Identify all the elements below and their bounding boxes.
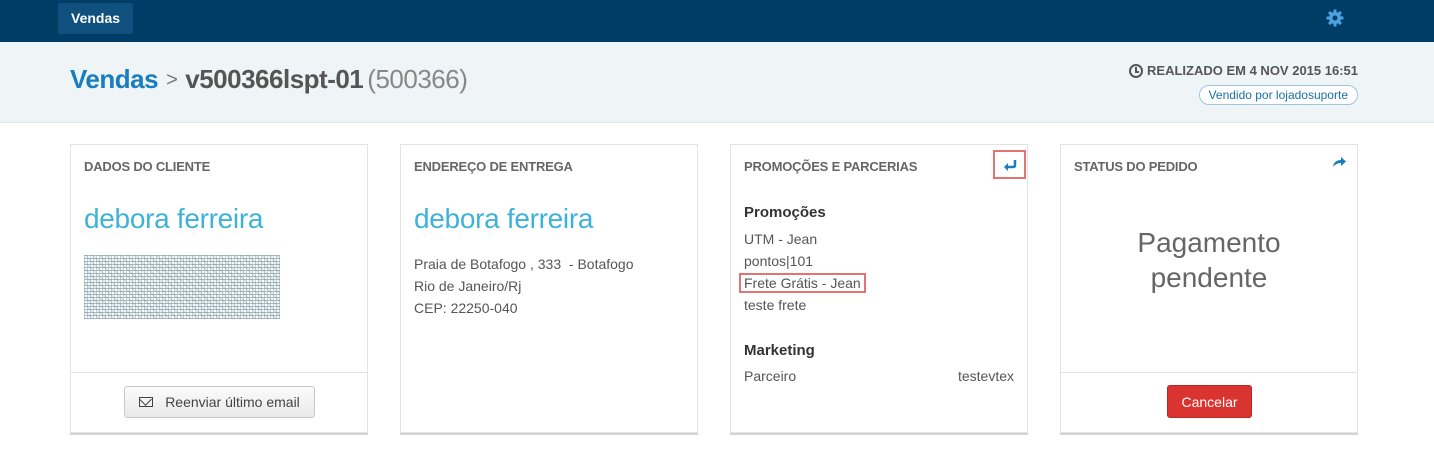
client-card: DADOS DO CLIENTE debora ferreira Reenvia… (70, 144, 368, 433)
promo-item: teste frete (744, 297, 807, 313)
address-zip: CEP: 22250-040 (414, 300, 518, 316)
resend-email-label: Reenviar último email (165, 394, 300, 410)
envelope-icon (139, 397, 154, 407)
promo-item: UTM - Jean (744, 231, 818, 247)
client-card-title: DADOS DO CLIENTE (84, 159, 211, 174)
realized-date: REALIZADO EM 4 NOV 2015 16:51 (1129, 63, 1358, 78)
delivery-card-title: ENDEREÇO DE ENTREGA (414, 159, 573, 174)
order-number: (500366) (367, 64, 468, 94)
promotions-card-title: PROMOÇÕES E PARCERIAS (744, 159, 918, 174)
address-city: Rio de Janeiro/Rj (414, 278, 522, 294)
client-name: debora ferreira (84, 203, 264, 234)
recipient-name: debora ferreira (414, 203, 594, 234)
realized-text: REALIZADO EM 4 NOV 2015 16:51 (1147, 63, 1358, 78)
order-status: Pagamento pendente (1061, 225, 1357, 295)
resend-email-button[interactable]: Reenviar último email (124, 386, 315, 418)
promotions-card: PROMOÇÕES E PARCERIAS Promoções UTM - Je… (730, 144, 1028, 433)
sold-by-badge: Vendido por lojadosuporte (1198, 85, 1358, 105)
tab-vendas[interactable]: Vendas (58, 3, 134, 34)
delivery-card: ENDEREÇO DE ENTREGA debora ferreira Prai… (400, 144, 698, 433)
promo-item: Frete Grátis - Jean (739, 273, 866, 293)
marketing-heading: Marketing (744, 342, 815, 359)
share-arrow-icon[interactable] (1331, 154, 1347, 170)
marketing-label: Parceiro (744, 368, 797, 384)
marketing-value: testevtex (957, 368, 1014, 384)
marketing-row: Parceiro testevtex (744, 368, 1014, 384)
chevron-right-icon: > (166, 69, 178, 91)
delivery-address: Praia de Botafogo , 333 - Botafogo Rio de… (414, 253, 634, 319)
return-arrow-icon (1003, 159, 1016, 171)
status-card: STATUS DO PEDIDO Pagamento pendente Canc… (1060, 144, 1358, 433)
breadcrumb-vendas-link[interactable]: Vendas (70, 64, 159, 94)
client-card-footer: Reenviar último email (71, 372, 367, 432)
breadcrumb: Vendas > v500366lspt-01 (500366) (70, 64, 468, 95)
status-card-title: STATUS DO PEDIDO (1074, 159, 1198, 174)
page-header: Vendas > v500366lspt-01 (500366) REALIZADO … (0, 42, 1434, 123)
gear-icon[interactable] (1325, 8, 1345, 28)
promotions-heading: Promoções (744, 204, 826, 221)
status-card-footer: Cancelar (1061, 372, 1357, 432)
status-line-2: pendente (1150, 262, 1268, 293)
status-line-1: Pagamento (1137, 227, 1281, 258)
promo-item-highlighted: Frete Grátis - Jean (739, 272, 866, 294)
address-street: Praia de Botafogo , 333 - Botafogo (414, 256, 634, 272)
clock-icon (1129, 63, 1144, 78)
cancel-order-button[interactable]: Cancelar (1167, 385, 1252, 418)
promo-item: pontos|101 (744, 253, 814, 269)
page-title: v500366lspt-01 (185, 64, 364, 94)
top-navbar: Vendas (0, 0, 1434, 42)
promotions-list: UTM - Jean pontos|101 Frete Grátis - Jea… (739, 228, 866, 316)
redacted-contact-info (84, 255, 280, 319)
return-arrow-button[interactable] (993, 150, 1026, 179)
